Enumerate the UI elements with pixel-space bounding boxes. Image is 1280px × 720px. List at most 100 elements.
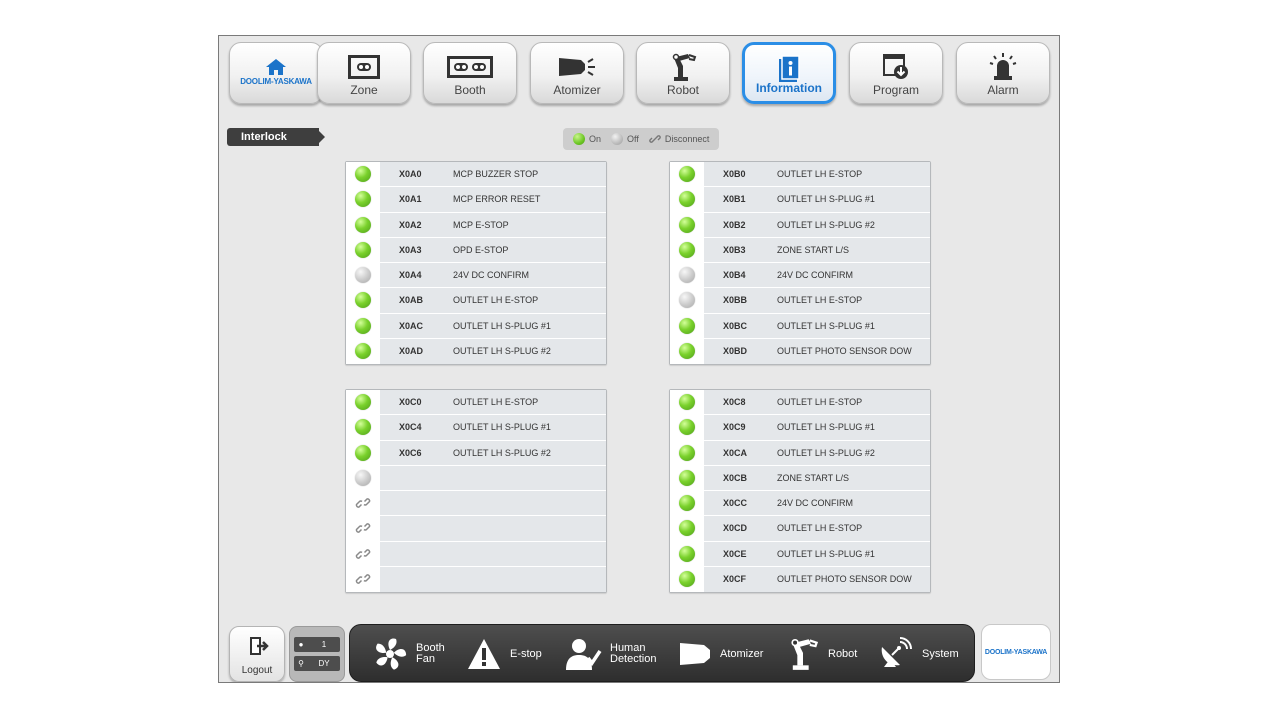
interlock-row: X0C4 OUTLET LH S-PLUG #1 xyxy=(346,415,606,441)
status-robot[interactable]: Robot xyxy=(786,625,857,682)
interlock-row: X0B0 OUTLET LH E-STOP xyxy=(670,162,930,188)
signal-description: OUTLET LH S-PLUG #1 xyxy=(777,313,930,338)
status-led-off xyxy=(679,292,695,309)
signal-address: X0B4 xyxy=(704,263,777,288)
signal-address: X0BB xyxy=(704,288,777,313)
user-name: DY xyxy=(318,659,330,668)
signal-address: X0C0 xyxy=(380,390,453,415)
alarm-beacon-icon xyxy=(989,53,1017,80)
signal-description: 24V DC CONFIRM xyxy=(453,263,606,288)
nav-booth-button[interactable]: Booth xyxy=(423,42,517,104)
interlock-panel-x0a: X0A0 MCP BUZZER STOP X0A1 MCP ERROR RESET X0… xyxy=(345,161,607,365)
status-led-off xyxy=(355,469,371,486)
logout-button[interactable]: Logout xyxy=(229,626,285,682)
signal-address: X0A0 xyxy=(380,162,453,187)
status-led-on xyxy=(355,444,371,461)
status-booth-fan[interactable]: Booth Fan xyxy=(372,625,460,682)
status-indicator-cell xyxy=(670,263,704,288)
signal-address xyxy=(380,541,453,566)
signal-description: OUTLET LH S-PLUG #2 xyxy=(453,338,606,364)
status-led-on xyxy=(679,216,695,233)
signal-address: X0B0 xyxy=(704,162,777,187)
nav-zone-button[interactable]: Zone xyxy=(317,42,411,104)
status-atomizer[interactable]: Atomizer xyxy=(678,625,763,682)
status-human-detection-label: Human Detection xyxy=(610,642,657,665)
nav-program-button[interactable]: Program xyxy=(849,42,943,104)
logout-label: Logout xyxy=(241,665,273,676)
signal-description: OUTLET LH S-PLUG #1 xyxy=(453,313,606,338)
status-led-on xyxy=(355,241,371,258)
nav-robot-label: Robot xyxy=(666,83,700,97)
status-led-off xyxy=(355,267,371,284)
signal-description: OUTLET LH S-PLUG #2 xyxy=(453,440,606,465)
nav-zone-label: Zone xyxy=(350,83,378,97)
status-indicator-cell xyxy=(670,390,704,415)
interlock-row xyxy=(346,541,606,567)
legend-off-label: Off xyxy=(627,134,639,144)
signal-description xyxy=(453,541,606,566)
booth-icon xyxy=(447,56,493,78)
signal-description xyxy=(453,465,606,490)
interlock-row: X0AD OUTLET LH S-PLUG #2 xyxy=(346,338,606,364)
signal-address: X0A2 xyxy=(380,212,453,237)
status-e-stop[interactable]: E-stop xyxy=(466,625,542,682)
signal-description: MCP ERROR RESET xyxy=(453,187,606,212)
signal-description: OUTLET LH S-PLUG #1 xyxy=(777,541,930,566)
interlock-row: X0AC OUTLET LH S-PLUG #1 xyxy=(346,313,606,339)
status-e-stop-label: E-stop xyxy=(510,647,542,660)
signal-address: X0CD xyxy=(704,516,777,541)
fan-icon xyxy=(376,638,407,670)
legend-on-label: On xyxy=(589,134,602,144)
signal-address: X0BD xyxy=(704,338,777,364)
signal-address: X0CA xyxy=(704,440,777,465)
interlock-row: X0C6 OUTLET LH S-PLUG #2 xyxy=(346,440,606,466)
status-human-detection[interactable]: Human Detection xyxy=(564,625,657,682)
interlock-row: X0A3 OPD E-STOP xyxy=(346,237,606,263)
status-indicator-cell xyxy=(346,566,380,592)
nav-home-button[interactable]: DOOLIM-YASKAWA xyxy=(229,42,323,104)
signal-address xyxy=(380,566,453,592)
status-indicator-cell xyxy=(346,390,380,415)
interlock-row: X0CB ZONE START L/S xyxy=(670,465,930,491)
nav-information-button[interactable]: Information xyxy=(742,42,836,104)
interlock-row: X0B2 OUTLET LH S-PLUG #2 xyxy=(670,212,930,238)
signal-address xyxy=(380,465,453,490)
interlock-row: X0CF OUTLET PHOTO SENSOR DOW xyxy=(670,566,930,592)
nav-atomizer-button[interactable]: Atomizer xyxy=(530,42,624,104)
status-system[interactable]: System xyxy=(878,625,959,682)
signal-address: X0C8 xyxy=(704,390,777,415)
status-indicator-cell xyxy=(346,313,380,338)
brand-logo: DOOLIM-YASKAWA xyxy=(981,624,1051,680)
status-indicator-cell xyxy=(670,313,704,338)
disconnect-link-icon xyxy=(355,548,371,559)
status-led-on xyxy=(679,343,695,360)
status-legend: On Off Disconnect xyxy=(563,128,719,150)
signal-description: OUTLET LH E-STOP xyxy=(453,288,606,313)
status-led-on xyxy=(679,394,695,411)
status-led-on xyxy=(679,419,695,436)
human-detection-icon xyxy=(566,639,602,670)
logout-icon xyxy=(250,637,269,655)
nav-alarm-button[interactable]: Alarm xyxy=(956,42,1050,104)
status-indicator-cell xyxy=(346,288,380,313)
interlock-panel-x0c-left: X0C0 OUTLET LH E-STOP X0C4 OUTLET LH S-PLUG… xyxy=(345,389,607,593)
status-led-on xyxy=(355,343,371,360)
signal-address xyxy=(380,516,453,541)
signal-address: X0AD xyxy=(380,338,453,364)
signal-description: OUTLET LH E-STOP xyxy=(777,390,930,415)
user-name-row: ⚲ DY xyxy=(294,656,340,671)
disconnect-link-icon xyxy=(355,498,371,508)
interlock-panel-x0c-right: X0C8 OUTLET LH E-STOP X0C9 OUTLET LH S-PLUG… xyxy=(669,389,931,593)
info-icon xyxy=(779,55,800,82)
legend-disconnect-label: Disconnect xyxy=(664,134,710,144)
interlock-panel-x0b: X0B0 OUTLET LH E-STOP X0B1 OUTLET LH S-PLUG… xyxy=(669,161,931,365)
nav-robot-button[interactable]: Robot xyxy=(636,42,730,104)
hmi-screen: DOOLIM-YASKAWA Zone Booth Atomizer Robot… xyxy=(218,35,1060,683)
robot-arm-icon xyxy=(791,638,819,670)
signal-address: X0CE xyxy=(704,541,777,566)
signal-description: OUTLET PHOTO SENSOR DOW xyxy=(777,566,930,592)
signal-address: X0CC xyxy=(704,491,777,516)
status-indicator-cell xyxy=(670,237,704,262)
status-led-on xyxy=(679,241,695,258)
signal-description: OUTLET LH S-PLUG #2 xyxy=(777,440,930,465)
